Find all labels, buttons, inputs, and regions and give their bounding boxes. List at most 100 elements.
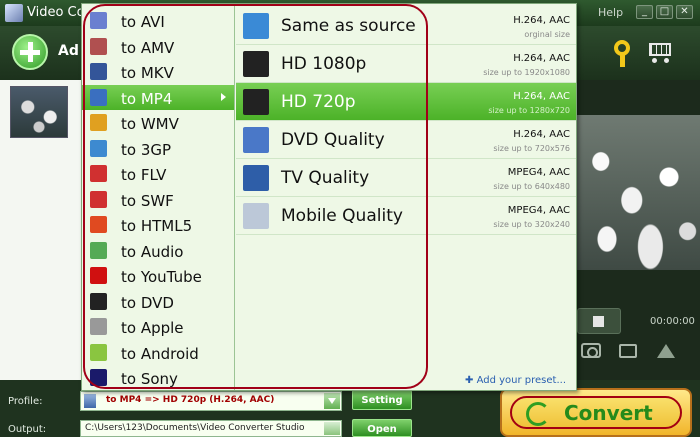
preset-codec: H.264, AAC [513, 15, 570, 26]
format-item-label: to HTML5 [121, 217, 193, 235]
format-item[interactable]: to Sony [82, 365, 234, 390]
format-item[interactable]: to AVI [82, 8, 234, 33]
preset-label: DVD Quality [281, 130, 385, 150]
wmv-icon [90, 114, 107, 131]
preset-item[interactable]: HD 720p H.264, AAC size up to 1280x720 [236, 83, 576, 121]
preset-size: size up to 1280x720 [488, 106, 570, 115]
mp4-file-icon [84, 394, 96, 408]
cart-icon[interactable] [645, 40, 673, 64]
flv-icon [90, 165, 107, 182]
apple-icon [90, 318, 107, 335]
profile-value: to MP4 => HD 720p (H.264, AAC) [106, 395, 275, 405]
format-item[interactable]: to DVD [82, 289, 234, 314]
sony-icon [90, 369, 107, 386]
add-icon[interactable] [12, 34, 48, 70]
profile-label: Profile: [8, 396, 43, 407]
stop-button[interactable] [577, 308, 621, 334]
format-item-label: to Apple [121, 319, 184, 337]
format-item-label: to DVD [121, 293, 174, 312]
window-title: Video Co [27, 5, 85, 20]
convert-button[interactable]: Convert [500, 388, 692, 437]
format-item[interactable]: to HTML5 [82, 212, 234, 237]
format-item[interactable]: to YouTube [82, 263, 234, 288]
preset-list: Mobile Quality MPEG4, AAC size up to 320x2… [236, 4, 576, 390]
add-preset-link[interactable]: ✚ Add your preset... [465, 375, 566, 386]
output-label: Output: [8, 424, 47, 435]
format-item[interactable]: to FLV [82, 161, 234, 186]
format-item-label: to Audio [121, 242, 184, 261]
amv-icon [90, 37, 107, 55]
format-item-label: to AMV [121, 38, 175, 57]
preset-item[interactable]: HD 1080p H.264, AAC size up to 1920x1080 [236, 45, 576, 83]
hd-1080p-icon [243, 51, 269, 77]
3gp-icon [90, 139, 107, 157]
format-item-label: to FLV [121, 166, 167, 184]
preset-codec: H.264, AAC [513, 91, 570, 102]
preset-codec: MPEG4, AAC [507, 205, 570, 216]
format-item[interactable]: to Apple [82, 314, 234, 339]
convert-highlight-ring: Convert [510, 396, 682, 429]
format-item-label: to Android [121, 344, 199, 363]
file-list[interactable] [0, 80, 90, 380]
preset-label: Mobile Quality [281, 206, 403, 226]
preset-item[interactable]: Same as source H.264, AAC orginal size [236, 7, 576, 45]
preset-item[interactable]: TV Quality MPEG4, AAC size up to 640x480 [236, 159, 576, 197]
youtube-icon [90, 267, 107, 284]
video-preview [576, 115, 700, 270]
preset-codec: H.264, AAC [513, 53, 570, 64]
preset-size: orginal size [524, 30, 570, 39]
output-path-field[interactable]: C:\Users\123\Documents\Video Converter S… [80, 420, 342, 437]
add-video-label[interactable]: Ad [58, 43, 79, 59]
maximize-button[interactable]: □ [656, 5, 673, 19]
preset-size: size up to 720x576 [493, 144, 570, 153]
preset-size: size up to 1920x1080 [483, 68, 570, 77]
profile-select[interactable]: to MP4 => HD 720p (H.264, AAC) [80, 391, 342, 411]
swf-icon [90, 190, 107, 208]
avi-icon [90, 12, 107, 29]
preset-size: size up to 640x480 [493, 182, 570, 191]
format-item[interactable]: to MP4 [82, 84, 234, 110]
dvd-disc-icon [243, 127, 269, 153]
hd-720p-icon [243, 89, 269, 115]
format-item[interactable]: to Audio [82, 238, 234, 263]
format-item-label: to YouTube [121, 268, 202, 286]
video-thumbnail[interactable] [10, 86, 68, 138]
preset-codec: MPEG4, AAC [507, 167, 570, 178]
add-preset-label: Add your preset... [476, 375, 566, 386]
format-item[interactable]: to MKV [82, 59, 234, 84]
format-item-label: to WMV [121, 115, 179, 133]
camera-icon[interactable] [581, 343, 601, 358]
html5-icon [90, 216, 107, 233]
output-path: C:\Users\123\Documents\Video Converter S… [85, 423, 305, 433]
preset-item[interactable]: Mobile Quality MPEG4, AAC size up to 320x2… [236, 197, 576, 235]
film-strip-icon [243, 13, 269, 39]
preset-label: TV Quality [281, 168, 370, 188]
time-readout: 00:00:00 [650, 316, 695, 327]
dvd-icon [90, 292, 107, 310]
open-button[interactable]: Open [352, 419, 412, 437]
mp4-icon [90, 88, 107, 106]
clip-icon[interactable] [657, 344, 675, 358]
browse-folder-icon[interactable] [324, 422, 340, 435]
format-list: to AVI to AMV to MKV to MP4 to WMV to 3GP to F… [82, 4, 235, 390]
format-item[interactable]: to AMV [82, 34, 234, 59]
help-menu[interactable]: Help [598, 6, 623, 19]
minimize-button[interactable]: _ [636, 5, 653, 19]
format-item[interactable]: to SWF [82, 187, 234, 212]
submenu-arrow-icon [221, 92, 226, 101]
format-item[interactable]: to Android [82, 340, 234, 365]
dropdown-arrow-icon[interactable] [324, 393, 340, 409]
format-item-label: to MKV [121, 64, 174, 82]
key-icon[interactable] [612, 40, 636, 68]
format-item[interactable]: to 3GP [82, 136, 234, 161]
profile-dropdown-menu: to AVI to AMV to MKV to MP4 to WMV to 3GP to F… [81, 3, 577, 391]
setting-button[interactable]: Setting [352, 390, 412, 410]
format-item-label: to 3GP [121, 140, 172, 159]
folder-icon[interactable] [619, 344, 637, 358]
format-item-label: to SWF [121, 191, 174, 210]
close-button[interactable]: ✕ [676, 5, 693, 19]
format-item-label: to MP4 [121, 89, 173, 108]
preset-item[interactable]: DVD Quality H.264, AAC size up to 720x576 [236, 121, 576, 159]
format-item[interactable]: to WMV [82, 110, 234, 135]
format-item-label: to AVI [121, 13, 165, 31]
